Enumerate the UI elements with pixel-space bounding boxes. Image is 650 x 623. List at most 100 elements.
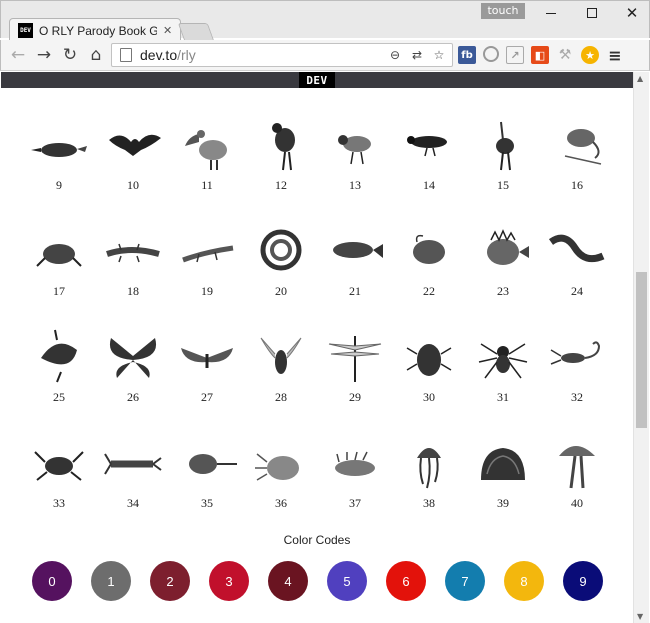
- site-header: DEV: [1, 72, 633, 88]
- animal-number: 29: [349, 390, 361, 404]
- animal-number: 28: [275, 390, 287, 404]
- scroll-thumb[interactable]: [636, 272, 647, 428]
- animal-number: 18: [127, 284, 139, 298]
- animal-number: 33: [53, 496, 65, 510]
- menu-icon[interactable]: ≡: [606, 46, 624, 65]
- url-path: /rly: [177, 47, 196, 63]
- browser-tab[interactable]: DEV O RLY Parody Book Gene ✕: [9, 18, 181, 42]
- back-button[interactable]: ←: [7, 44, 29, 66]
- minimize-button[interactable]: [531, 1, 571, 25]
- color-swatch[interactable]: 9: [563, 561, 603, 601]
- animal-number: 37: [349, 496, 361, 510]
- animal-option[interactable]: 19: [171, 222, 243, 322]
- animal-number: 20: [275, 284, 287, 298]
- animal-number: 23: [497, 284, 509, 298]
- animal-option[interactable]: 31: [467, 328, 539, 428]
- animal-number: 30: [423, 390, 435, 404]
- zoom-icon[interactable]: ⊖: [386, 46, 404, 64]
- animal-number: 35: [201, 496, 213, 510]
- animal-option[interactable]: 9: [23, 116, 95, 216]
- dev-logo[interactable]: DEV: [299, 72, 335, 88]
- animal-number: 22: [423, 284, 435, 298]
- animal-option[interactable]: 29: [319, 328, 391, 428]
- compass-extension-icon[interactable]: [483, 46, 499, 62]
- color-swatch[interactable]: 5: [327, 561, 367, 601]
- arrow-right-icon: →: [36, 45, 52, 65]
- animal-option[interactable]: 39: [467, 434, 539, 534]
- page-icon: [120, 48, 132, 62]
- animal-number: 12: [275, 178, 287, 192]
- scroll-down-icon[interactable]: ▼: [637, 612, 643, 621]
- color-swatch[interactable]: 1: [91, 561, 131, 601]
- color-swatch[interactable]: 3: [209, 561, 249, 601]
- animal-number: 25: [53, 390, 65, 404]
- animal-option[interactable]: 22: [393, 222, 465, 322]
- animal-option[interactable]: 11: [171, 116, 243, 216]
- animal-option[interactable]: 23: [467, 222, 539, 322]
- animal-number: 14: [423, 178, 435, 192]
- animal-number: 16: [571, 178, 583, 192]
- close-window-button[interactable]: ✕: [612, 1, 650, 25]
- url-host: dev.to: [140, 47, 178, 63]
- color-swatch[interactable]: 8: [504, 561, 544, 601]
- star-extension-icon[interactable]: ★: [581, 46, 599, 64]
- animal-option[interactable]: 24: [541, 222, 613, 322]
- animal-option[interactable]: 34: [97, 434, 169, 534]
- bookmark-star-icon[interactable]: ☆: [430, 46, 448, 64]
- animal-number: 39: [497, 496, 509, 510]
- touch-mode-badge[interactable]: touch: [481, 3, 525, 19]
- animal-option[interactable]: 13: [319, 116, 391, 216]
- animal-option[interactable]: 38: [393, 434, 465, 534]
- animal-option[interactable]: 18: [97, 222, 169, 322]
- home-button[interactable]: ⌂: [85, 44, 107, 66]
- animal-option[interactable]: 15: [467, 116, 539, 216]
- animal-number: 11: [201, 178, 213, 192]
- animal-option[interactable]: 25: [23, 328, 95, 428]
- animal-option[interactable]: 20: [245, 222, 317, 322]
- animal-option[interactable]: 14: [393, 116, 465, 216]
- animal-option[interactable]: 21: [319, 222, 391, 322]
- tab-close-icon[interactable]: ✕: [163, 24, 172, 37]
- animal-number: 9: [56, 178, 62, 192]
- animal-option[interactable]: 36: [245, 434, 317, 534]
- new-tab-button[interactable]: [177, 23, 215, 41]
- color-swatch[interactable]: 2: [150, 561, 190, 601]
- animal-option[interactable]: 40: [541, 434, 613, 534]
- animal-option[interactable]: 33: [23, 434, 95, 534]
- animal-option[interactable]: 16: [541, 116, 613, 216]
- share-extension-icon[interactable]: ↗: [506, 46, 524, 64]
- animal-option[interactable]: 27: [171, 328, 243, 428]
- forward-button[interactable]: →: [33, 44, 55, 66]
- animal-number: 15: [497, 178, 509, 192]
- animal-option[interactable]: 12: [245, 116, 317, 216]
- animal-option[interactable]: 17: [23, 222, 95, 322]
- url-text[interactable]: dev.to/rly: [140, 47, 196, 63]
- animal-option[interactable]: 10: [97, 116, 169, 216]
- maximize-icon: [587, 8, 597, 18]
- animal-number: 32: [571, 390, 583, 404]
- color-swatch[interactable]: 6: [386, 561, 426, 601]
- reload-icon: ↻: [62, 45, 78, 65]
- color-swatch[interactable]: 4: [268, 561, 308, 601]
- color-swatch[interactable]: 0: [32, 561, 72, 601]
- address-bar[interactable]: dev.to/rly ⊖ ⇄ ☆: [111, 43, 453, 67]
- animal-option[interactable]: 35: [171, 434, 243, 534]
- page-viewport: DEV 9 10 11 12 13 14 15 16 17 18 19 20 21 22 23 24 25 26 2…: [1, 72, 633, 623]
- scroll-up-icon[interactable]: ▲: [637, 74, 643, 83]
- office-extension-icon[interactable]: ◧: [531, 46, 549, 64]
- animal-option[interactable]: 26: [97, 328, 169, 428]
- translate-icon[interactable]: ⇄: [408, 46, 426, 64]
- reload-button[interactable]: ↻: [59, 44, 81, 66]
- animal-number: 17: [53, 284, 65, 298]
- animal-option[interactable]: 30: [393, 328, 465, 428]
- minimize-icon: [546, 12, 556, 14]
- vertical-scrollbar[interactable]: ▲ ▼: [633, 72, 649, 623]
- animal-option[interactable]: 28: [245, 328, 317, 428]
- animal-option[interactable]: 37: [319, 434, 391, 534]
- animal-option[interactable]: 32: [541, 328, 613, 428]
- tool-extension-icon[interactable]: ⚒: [556, 46, 574, 64]
- animal-number: 38: [423, 496, 435, 510]
- facebook-extension-icon[interactable]: fb: [458, 46, 476, 64]
- color-swatch[interactable]: 7: [445, 561, 485, 601]
- maximize-button[interactable]: [572, 1, 612, 25]
